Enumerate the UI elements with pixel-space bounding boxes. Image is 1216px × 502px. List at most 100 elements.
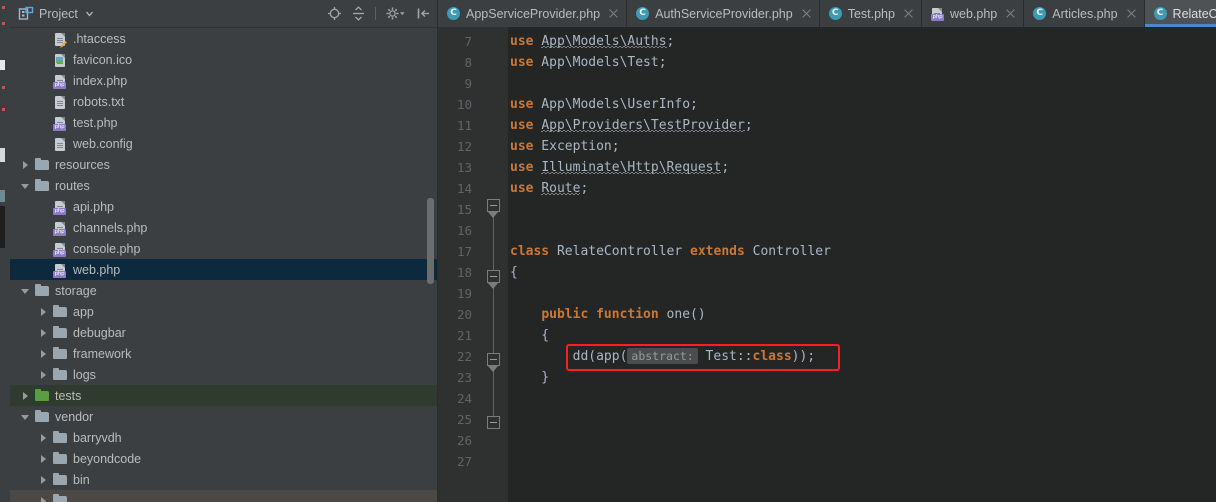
close-icon[interactable] xyxy=(903,8,914,19)
close-icon[interactable] xyxy=(1005,8,1016,19)
tree-row-label: resources xyxy=(55,157,110,172)
editor-tab[interactable]: C RelateCo xyxy=(1144,0,1216,27)
folder-icon xyxy=(52,430,68,446)
chevron-right-icon[interactable] xyxy=(36,325,52,341)
tree-folder-row[interactable]: resources xyxy=(10,154,437,175)
collapse-all-icon[interactable] xyxy=(351,6,366,21)
line-number: 25 xyxy=(456,412,472,427)
chevron-right-icon[interactable] xyxy=(36,367,52,383)
tree-folder-row[interactable]: barryvdh xyxy=(10,427,437,448)
tree-folder-row[interactable]: storage xyxy=(10,280,437,301)
code-token: App\Models\UserInfo; xyxy=(533,97,698,112)
editor-tab[interactable]: C AppServiceProvider.php xyxy=(438,0,628,27)
folder-icon xyxy=(52,346,68,362)
editor-tab-label: AuthServiceProvider.php xyxy=(655,6,793,21)
code-token: ; xyxy=(666,34,675,49)
code-line: use App\Models\Auths; xyxy=(510,31,674,52)
chevron-right-icon[interactable] xyxy=(36,304,52,320)
line-number: 18 xyxy=(456,265,472,280)
tree-file-row[interactable]: php api.php xyxy=(10,196,437,217)
tree-file-row[interactable]: web.config xyxy=(10,133,437,154)
editor-tab[interactable]: C AuthServiceProvider.php xyxy=(627,0,820,27)
line-number-gutter: 7 8 9 10 11 12 13 14 15 16 17 18 19 20 21 22 23 24 25 26 27 xyxy=(438,27,508,502)
line-number: 22 xyxy=(456,349,472,364)
close-icon[interactable] xyxy=(608,8,619,19)
php-class-icon: C xyxy=(446,6,461,21)
marker-info xyxy=(0,190,5,202)
locate-in-tree-icon[interactable] xyxy=(327,6,342,21)
editor-tab[interactable]: C Test.php xyxy=(819,0,922,27)
tree-folder-row[interactable]: app xyxy=(10,301,437,322)
chevron-right-icon[interactable] xyxy=(18,388,34,404)
chevron-right-icon[interactable] xyxy=(36,493,52,502)
chevron-down-icon[interactable] xyxy=(85,7,94,21)
folder-icon xyxy=(52,367,68,383)
chevron-right-icon[interactable] xyxy=(36,451,52,467)
editor-tab[interactable]: php web.php xyxy=(921,0,1025,27)
line-number: 10 xyxy=(456,97,472,112)
fold-toggle-icon[interactable] xyxy=(487,270,500,283)
marker-error xyxy=(2,86,5,89)
chevron-right-icon[interactable] xyxy=(36,346,52,362)
hide-panel-icon[interactable] xyxy=(416,6,431,21)
tree-row-label: framework xyxy=(73,346,132,361)
htaccess-file-icon xyxy=(52,31,68,48)
tree-file-row[interactable]: php console.php xyxy=(10,238,437,259)
tree-folder-row[interactable]: beyondcode xyxy=(10,448,437,469)
tree-file-row[interactable]: php test.php xyxy=(10,112,437,133)
code-editor[interactable]: 7 8 9 10 11 12 13 14 15 16 17 18 19 20 21 22 23 24 25 26 27 … xyxy=(438,27,1216,502)
tree-file-row[interactable]: php web.php xyxy=(10,259,437,280)
tree-folder-row[interactable]: logs xyxy=(10,364,437,385)
tree-folder-row[interactable]: debugbar xyxy=(10,322,437,343)
tree-file-row[interactable]: robots.txt xyxy=(10,91,437,112)
tree-row-label: robots.txt xyxy=(73,94,125,109)
chevron-down-icon[interactable] xyxy=(18,178,34,194)
code-token: ; xyxy=(580,181,589,196)
code-token: class xyxy=(752,349,792,364)
tree-folder-row[interactable]: bin xyxy=(10,469,437,490)
code-line: use App\Providers\TestProvider; xyxy=(510,115,753,136)
tree-folder-row[interactable]: vendor xyxy=(10,406,437,427)
toolbar-divider xyxy=(375,7,376,20)
settings-gear-icon[interactable] xyxy=(385,6,407,21)
chevron-right-icon[interactable] xyxy=(36,430,52,446)
tree-folder-row[interactable]: tests xyxy=(10,385,437,406)
php-class-icon: C xyxy=(635,6,650,21)
folder-icon xyxy=(52,304,68,320)
tree-file-row[interactable]: .htaccess xyxy=(10,28,437,49)
code-token: Test:: xyxy=(697,349,753,364)
php-file-icon: php xyxy=(52,115,68,131)
fold-toggle-icon[interactable] xyxy=(487,353,500,366)
tree-file-row[interactable]: php index.php xyxy=(10,70,437,91)
code-token: )); xyxy=(791,349,816,364)
tree-folder-row[interactable] xyxy=(10,490,437,502)
project-file-tree[interactable]: .htaccess favicon.ico php index.php robots.t… xyxy=(10,27,437,502)
marker-error xyxy=(2,22,5,25)
chevron-right-icon[interactable] xyxy=(36,472,52,488)
tree-file-row[interactable]: php channels.php xyxy=(10,217,437,238)
close-icon[interactable] xyxy=(801,8,812,19)
code-token: Route xyxy=(541,181,581,196)
tree-scrollbar-thumb[interactable] xyxy=(427,198,434,284)
tree-folder-row[interactable]: routes xyxy=(10,175,437,196)
tree-row-label: vendor xyxy=(55,409,94,424)
code-token: { xyxy=(510,328,550,343)
code-folding-column[interactable] xyxy=(478,27,508,502)
tree-row-label: logs xyxy=(73,367,96,382)
tree-file-row[interactable]: favicon.ico xyxy=(10,49,437,70)
line-number: 23 xyxy=(456,370,472,385)
tree-folder-row[interactable]: framework xyxy=(10,343,437,364)
code-token: use xyxy=(510,34,534,49)
fold-toggle-icon[interactable] xyxy=(487,199,500,212)
tree-row-label: api.php xyxy=(73,199,115,214)
code-token: App\Models\Test; xyxy=(533,55,667,70)
chevron-down-icon[interactable] xyxy=(18,283,34,299)
code-line: { xyxy=(510,262,518,283)
chevron-down-icon[interactable] xyxy=(18,409,34,425)
code-content[interactable]: use App\Models\Auths; use App\Models\Test… xyxy=(508,27,1216,502)
fold-toggle-icon[interactable] xyxy=(487,416,500,429)
close-icon[interactable] xyxy=(1126,8,1137,19)
chevron-right-icon[interactable] xyxy=(18,157,34,173)
editor-tab[interactable]: C Articles.php xyxy=(1024,0,1145,27)
